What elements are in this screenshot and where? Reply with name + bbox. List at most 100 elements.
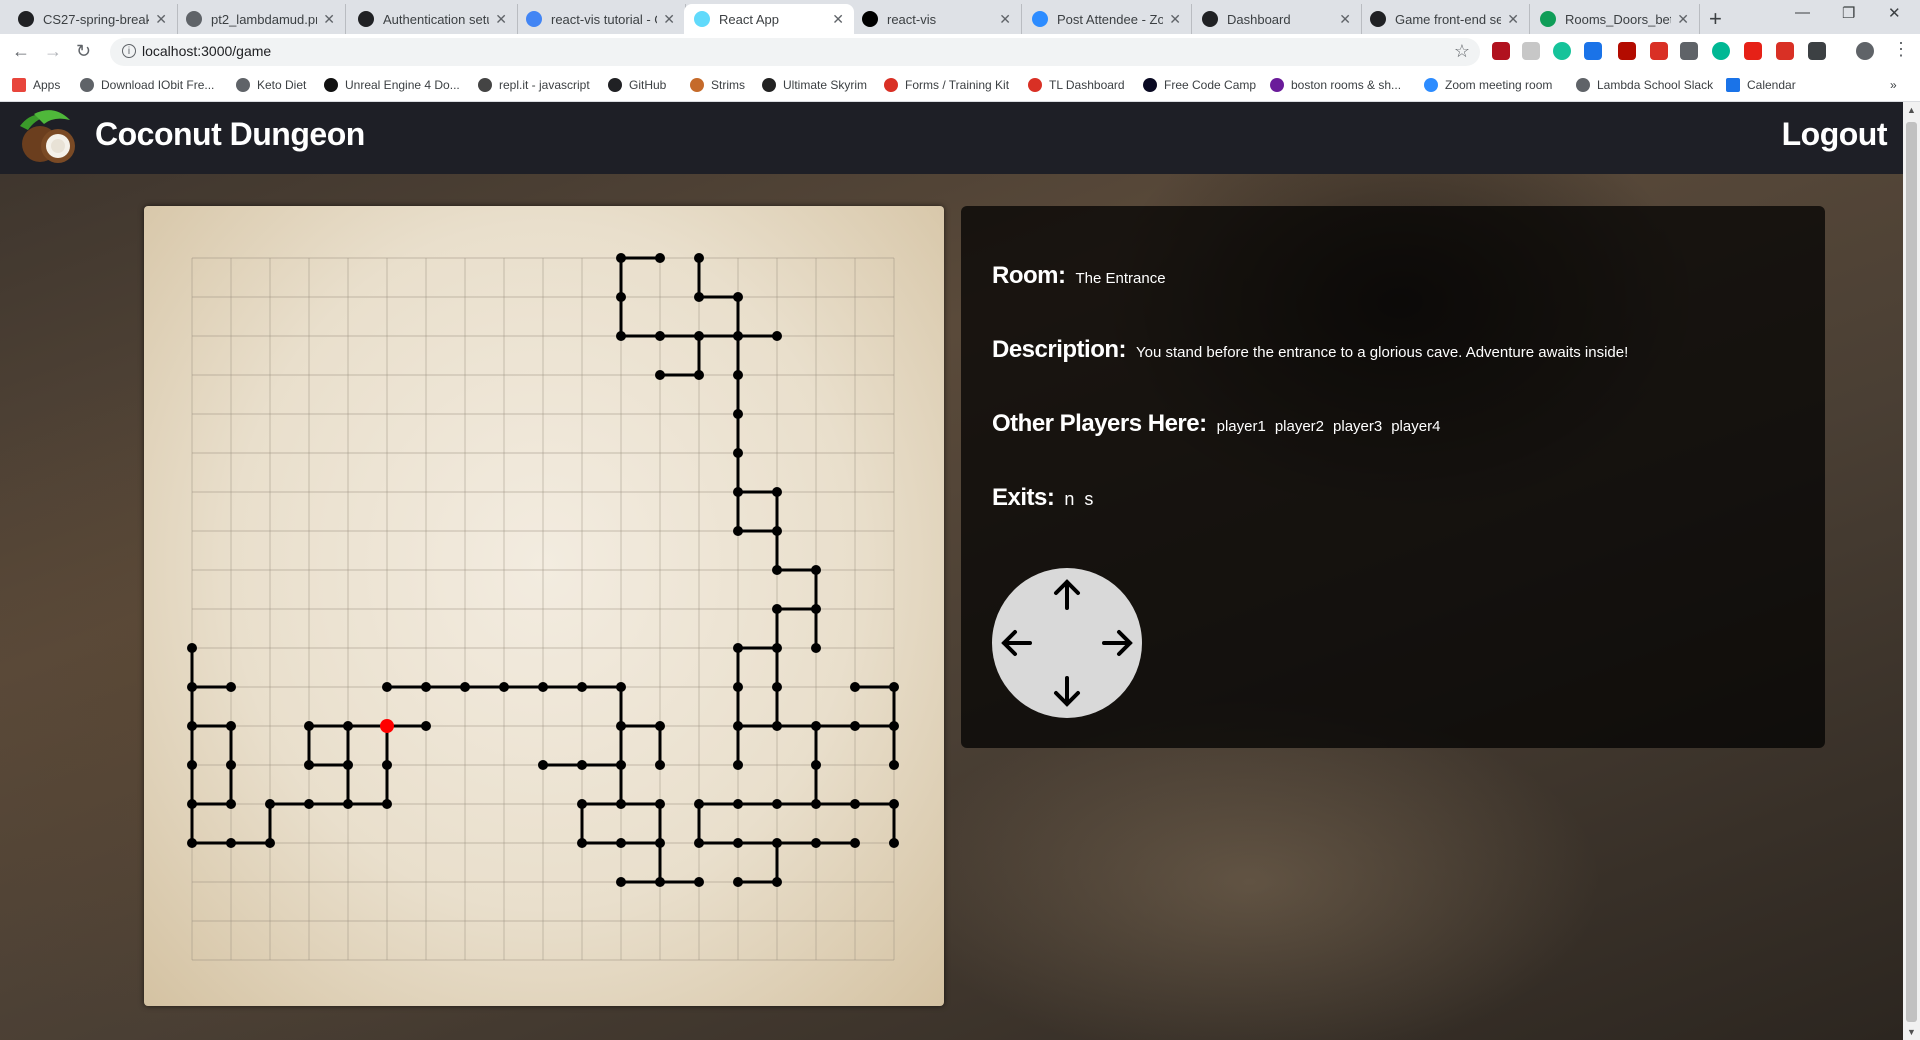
map-room <box>382 760 392 770</box>
tab-close-icon[interactable]: ✕ <box>999 11 1011 28</box>
fcc-icon <box>1143 78 1157 92</box>
bookmark-item[interactable]: Lambda School Slack <box>1576 78 1713 92</box>
reload-icon[interactable]: ↻ <box>76 41 91 62</box>
bookmark-item[interactable]: repl.it - javascript <box>478 78 590 92</box>
scroll-down-icon[interactable]: ▼ <box>1907 1027 1916 1037</box>
tab-close-icon[interactable]: ✕ <box>495 11 507 28</box>
ublock-icon[interactable] <box>1492 42 1510 60</box>
bookmark-item[interactable]: TL Dashboard <box>1028 78 1125 92</box>
browser-tab[interactable]: react-vis tutorial - G ✕ <box>516 4 686 34</box>
tab-title: pt2_lambdamud.pn <box>211 11 318 27</box>
tab-close-icon[interactable]: ✕ <box>1677 11 1689 28</box>
browser-tab[interactable]: CS27-spring-break- ✕ <box>8 4 178 34</box>
map-room <box>226 682 236 692</box>
url-text[interactable]: localhost:3000/game <box>142 43 271 59</box>
bookmark-label: Apps <box>33 78 61 92</box>
bookmark-item[interactable]: boston rooms & sh... <box>1270 78 1401 92</box>
globe-icon <box>236 78 250 92</box>
audio-ext-icon[interactable] <box>1808 42 1826 60</box>
bookmark-item[interactable]: Apps <box>12 78 60 92</box>
tab-close-icon[interactable]: ✕ <box>1169 11 1181 28</box>
close-window-icon[interactable]: ✕ <box>1888 4 1901 22</box>
extension-teal-icon[interactable] <box>1712 42 1730 60</box>
map-room <box>655 838 665 848</box>
restore-icon[interactable]: ❐ <box>1842 4 1855 22</box>
browser-tab[interactable]: Rooms_Doors_beta ✕ <box>1530 4 1700 34</box>
tab-title: Rooms_Doors_beta <box>1565 11 1672 27</box>
map-room <box>616 682 626 692</box>
map-room <box>772 682 782 692</box>
grammarly-icon[interactable] <box>1553 42 1571 60</box>
bookmark-item[interactable]: GitHub <box>608 78 666 92</box>
bookmark-label: TL Dashboard <box>1049 78 1125 92</box>
map-room <box>772 604 782 614</box>
bookmark-item[interactable]: Unreal Engine 4 Do... <box>324 78 460 92</box>
update-extension-icon[interactable] <box>1584 42 1602 60</box>
move-south-button[interactable] <box>1052 676 1082 708</box>
browser-tab[interactable]: Dashboard ✕ <box>1192 4 1362 34</box>
globe-icon <box>186 11 202 27</box>
us-icon <box>762 78 776 92</box>
tab-close-icon[interactable]: ✕ <box>323 11 335 28</box>
map-room <box>733 448 743 458</box>
minimize-icon[interactable]: — <box>1795 4 1810 21</box>
exits-value: n s <box>1064 489 1094 509</box>
extension-red-icon[interactable] <box>1650 42 1668 60</box>
map-room <box>655 877 665 887</box>
bookmark-item[interactable]: Ultimate Skyrim <box>762 78 867 92</box>
direction-pad <box>992 568 1142 718</box>
move-north-button[interactable] <box>1052 578 1082 610</box>
map-room <box>733 799 743 809</box>
browser-tab[interactable]: pt2_lambdamud.pn ✕ <box>176 4 346 34</box>
bookmark-label: Zoom meeting room <box>1445 78 1553 92</box>
extension-icon[interactable] <box>1522 42 1540 60</box>
site-info-icon[interactable]: i <box>122 44 136 58</box>
map-room <box>187 799 197 809</box>
browser-tab[interactable]: React App ✕ <box>684 4 854 34</box>
tab-title: Game front-end set <box>1395 11 1502 27</box>
youtube-ext-icon[interactable] <box>1744 42 1762 60</box>
bookmark-item[interactable]: Download IObit Fre... <box>80 78 214 92</box>
page-scrollbar[interactable]: ▲ ▼ <box>1903 102 1920 1040</box>
extension-gray-icon[interactable] <box>1680 42 1698 60</box>
bookmark-item[interactable]: Strims <box>690 78 745 92</box>
forward-icon[interactable]: → <box>44 41 62 62</box>
move-west-button[interactable] <box>1000 628 1032 658</box>
player-marker <box>380 719 394 733</box>
bookmark-item[interactable]: Keto Diet <box>236 78 306 92</box>
bookmark-item[interactable]: Free Code Camp <box>1143 78 1256 92</box>
bookmark-item[interactable]: Zoom meeting room <box>1424 78 1552 92</box>
profile-avatar-icon[interactable] <box>1856 42 1874 60</box>
tab-close-icon[interactable]: ✕ <box>1507 11 1519 28</box>
map-room <box>733 409 743 419</box>
tab-close-icon[interactable]: ✕ <box>155 11 167 28</box>
browser-tab[interactable]: Post Attendee - Zoo ✕ <box>1022 4 1192 34</box>
bookmark-item[interactable]: Forms / Training Kit <box>884 78 1009 92</box>
browser-tab[interactable]: Game front-end set ✕ <box>1360 4 1530 34</box>
logout-button[interactable]: Logout <box>1782 116 1888 153</box>
map-room <box>343 799 353 809</box>
map-room <box>889 838 899 848</box>
tab-close-icon[interactable]: ✕ <box>663 11 675 28</box>
map-room <box>538 760 548 770</box>
scroll-thumb[interactable] <box>1906 122 1917 1022</box>
acrobat-icon[interactable] <box>1618 42 1636 60</box>
more-bookmarks-button[interactable]: » <box>1890 78 1897 92</box>
bookmark-label: Forms / Training Kit <box>905 78 1010 92</box>
coconut-logo-icon <box>20 110 75 163</box>
lock-ext-icon[interactable] <box>1776 42 1794 60</box>
address-bar[interactable]: i localhost:3000/game ☆ <box>110 38 1480 66</box>
new-tab-button[interactable]: + <box>1709 6 1722 32</box>
move-east-button[interactable] <box>1102 628 1134 658</box>
tab-close-icon[interactable]: ✕ <box>1339 11 1351 28</box>
browser-tab[interactable]: Authentication setu ✕ <box>348 4 518 34</box>
map-room <box>694 877 704 887</box>
bookmark-star-icon[interactable]: ☆ <box>1454 41 1470 62</box>
tab-close-icon[interactable]: ✕ <box>832 11 844 28</box>
browser-menu-icon[interactable]: ⋮ <box>1892 39 1910 60</box>
browser-tab[interactable]: react-vis ✕ <box>852 4 1022 34</box>
scroll-up-icon[interactable]: ▲ <box>1907 105 1916 115</box>
tab-title: react-vis <box>887 11 937 27</box>
bookmark-item[interactable]: Calendar <box>1726 78 1796 92</box>
back-icon[interactable]: ← <box>12 41 30 62</box>
